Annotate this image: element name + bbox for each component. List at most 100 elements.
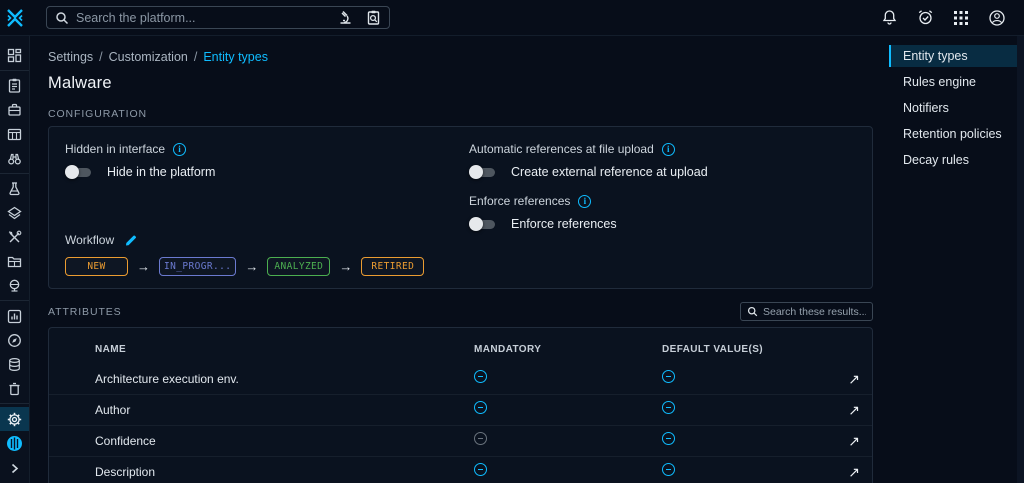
alarm-check-icon[interactable] <box>917 9 934 26</box>
nav-data[interactable] <box>0 352 29 376</box>
vertical-scrollbar[interactable] <box>1017 36 1024 483</box>
cases-briefcase-icon <box>8 104 21 117</box>
attribute-name: Description <box>95 465 156 479</box>
entities-folder-icon <box>7 256 22 267</box>
nav-threats[interactable] <box>0 177 29 201</box>
menu-item-decay-rules[interactable]: Decay rules <box>889 149 1017 171</box>
automatic-references-label-row: Automatic references at file upload i <box>469 142 856 156</box>
configuration-right-column: Automatic references at file upload i Cr… <box>469 139 856 278</box>
investigations-compass-icon <box>8 333 21 347</box>
edit-pencil-icon[interactable] <box>124 233 138 247</box>
default-value-icon[interactable] <box>662 401 675 414</box>
default-value-icon[interactable] <box>662 432 675 445</box>
mandatory-toggle-icon[interactable] <box>474 463 487 476</box>
default-value-icon[interactable] <box>662 463 675 476</box>
nav-settings[interactable] <box>0 407 29 432</box>
menu-item-retention-policies[interactable]: Retention policies <box>889 123 1017 145</box>
nav-arsenal[interactable] <box>0 201 29 225</box>
bulk-search-clipboard-icon[interactable] <box>366 10 381 25</box>
open-attribute-icon[interactable]: ↗ <box>824 402 860 419</box>
nav-entities[interactable] <box>0 249 29 273</box>
menu-item-notifiers[interactable]: Notifiers <box>889 97 1017 119</box>
column-header-mandatory: MANDATORY <box>474 344 542 355</box>
nav-cases[interactable] <box>0 98 29 122</box>
topbar <box>0 0 1024 36</box>
nav-analyses[interactable] <box>0 74 29 98</box>
attributes-search-field[interactable] <box>740 302 873 321</box>
create-external-reference-toggle[interactable] <box>469 165 498 179</box>
breadcrumb-entity-types[interactable]: Entity types <box>203 50 268 64</box>
open-attribute-icon[interactable]: ↗ <box>824 433 860 450</box>
enforce-references-row: Enforce references <box>469 217 856 231</box>
search-icon <box>56 11 69 24</box>
account-circle-icon[interactable] <box>988 9 1006 27</box>
nav-events[interactable] <box>0 122 29 146</box>
dashboards-chart-icon <box>7 309 22 323</box>
left-nav-rail <box>0 36 30 483</box>
status-chip-new[interactable]: NEW <box>65 257 128 276</box>
settings-right-menu: Entity types Rules engine Notifiers Rete… <box>889 36 1017 483</box>
open-attribute-icon[interactable]: ↗ <box>824 464 860 481</box>
rail-divider <box>0 70 29 71</box>
mandatory-toggle-icon[interactable] <box>474 432 487 445</box>
breadcrumb-customization[interactable]: Customization <box>109 50 188 64</box>
info-icon[interactable]: i <box>578 194 592 208</box>
trash-icon <box>9 382 20 395</box>
enforce-references-toggle[interactable] <box>469 217 498 231</box>
attribute-row[interactable]: Description ↗ <box>49 457 872 483</box>
column-header-default-values: DEFAULT VALUE(S) <box>662 344 764 355</box>
techniques-tools-icon <box>8 230 22 243</box>
rail-divider <box>0 173 29 174</box>
mandatory-toggle-icon[interactable] <box>474 370 487 383</box>
filigran-logo-icon <box>7 436 22 452</box>
attribute-row[interactable]: Author ↗ <box>49 395 872 426</box>
default-value-icon[interactable] <box>662 370 675 383</box>
nav-dashboards[interactable] <box>0 304 29 328</box>
advanced-search-microscope-icon[interactable] <box>338 10 353 25</box>
nav-techniques[interactable] <box>0 225 29 249</box>
data-database-icon <box>9 357 20 371</box>
settings-gear-icon <box>7 412 22 426</box>
apps-grid-icon[interactable] <box>953 10 969 26</box>
status-chip-analyzed[interactable]: ANALYZED <box>267 257 331 276</box>
rail-bottom <box>0 431 29 483</box>
expand-sidebar-button[interactable] <box>9 456 20 481</box>
arrow-right-icon: → <box>137 259 150 274</box>
status-chip-retired[interactable]: RETIRED <box>361 257 425 276</box>
menu-item-rules-engine[interactable]: Rules engine <box>889 71 1017 93</box>
breadcrumb: Settings / Customization / Entity types <box>48 50 873 64</box>
attributes-section-label: ATTRIBUTES <box>48 305 122 318</box>
breadcrumb-settings[interactable]: Settings <box>48 50 93 64</box>
nav-dashboard[interactable] <box>0 43 29 67</box>
observations-binoculars-icon <box>8 153 21 165</box>
nav-locations[interactable] <box>0 273 29 297</box>
attribute-row[interactable]: Architecture execution env. ↗ <box>49 364 872 395</box>
status-chip-in-progress[interactable]: IN_PROGR... <box>159 257 237 276</box>
notifications-bell-icon[interactable] <box>881 9 898 26</box>
hide-in-platform-toggle[interactable] <box>65 165 94 179</box>
hide-in-platform-row: Hide in the platform <box>65 165 469 179</box>
filigran-logo[interactable] <box>6 431 23 456</box>
menu-item-entity-types[interactable]: Entity types <box>889 45 1017 67</box>
attributes-header: ATTRIBUTES <box>48 302 873 321</box>
hidden-in-interface-label: Hidden in interface <box>65 142 166 156</box>
global-search-field[interactable] <box>46 6 390 29</box>
attributes-table-header: NAME MANDATORY DEFAULT VALUE(S) <box>49 328 872 364</box>
nav-observations[interactable] <box>0 146 29 170</box>
nav-investigations[interactable] <box>0 328 29 352</box>
info-icon[interactable]: i <box>173 142 187 156</box>
chevron-right-icon <box>11 463 19 474</box>
info-icon[interactable]: i <box>661 142 675 156</box>
threats-flask-icon <box>9 182 20 196</box>
attribute-row[interactable]: Confidence ↗ <box>49 426 872 457</box>
nav-trash[interactable] <box>0 376 29 400</box>
breadcrumb-separator: / <box>193 50 198 64</box>
open-attribute-icon[interactable]: ↗ <box>824 371 860 388</box>
platform-logo[interactable] <box>0 7 30 29</box>
mandatory-toggle-icon[interactable] <box>474 401 487 414</box>
column-header-name: NAME <box>95 344 127 355</box>
attributes-search-input[interactable] <box>763 305 866 318</box>
global-search-input[interactable] <box>76 10 331 25</box>
create-external-reference-row: Create external reference at upload <box>469 165 856 179</box>
rail-divider <box>0 403 29 405</box>
